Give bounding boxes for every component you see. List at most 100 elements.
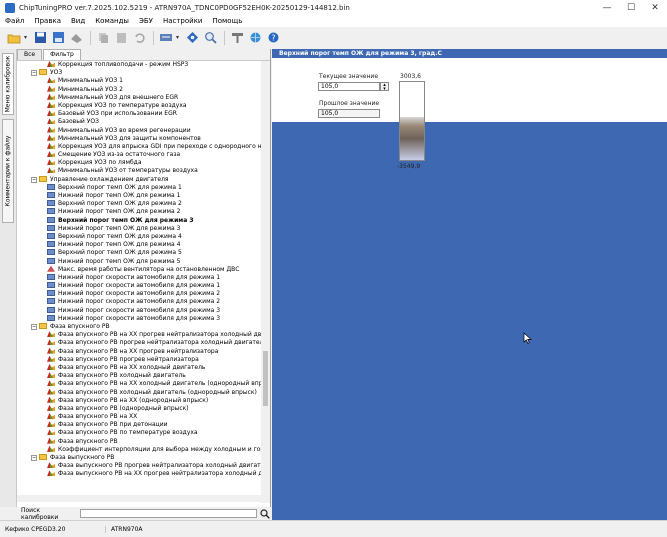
tree-item[interactable]: Нижний порог скорости автомобиля для реж… [17, 314, 261, 323]
tree-item[interactable]: Коррекция УОЗ по температуре воздуха [17, 101, 261, 110]
tree-item[interactable]: Верхний порог темп ОЖ для режима 5 [17, 249, 261, 257]
tree-item[interactable]: Коррекция УОЗ для впрыска GDI при перехо… [17, 142, 261, 151]
tree-item[interactable]: Фаза впускного РВ при детонации [17, 421, 261, 429]
tree-item[interactable]: Фаза впускного РВ прогрев нейтрализатора [17, 355, 261, 364]
compare-icon[interactable] [68, 30, 84, 46]
copy-icon[interactable] [95, 30, 111, 46]
tree-item[interactable]: Фаза впускного РВ (однородный впрыск) [17, 404, 261, 413]
collapse-icon[interactable]: − [31, 324, 37, 330]
close-icon[interactable]: ✕ [643, 0, 667, 16]
tree-item[interactable]: Нижний порог темп ОЖ для режима 1 [17, 192, 261, 200]
menu-view[interactable]: Вид [66, 16, 90, 27]
search-icon[interactable] [260, 508, 270, 519]
table-icon [47, 273, 55, 280]
tree-item[interactable]: Нижний порог темп ОЖ для режима 4 [17, 241, 261, 249]
tree-item[interactable]: Фаза выпускного РВ прогрев нейтрализатор… [17, 462, 261, 470]
tab-filter[interactable]: Фильтр [43, 49, 81, 60]
tree-item[interactable]: Нижний порог темп ОЖ для режима 3 [17, 224, 261, 233]
tree-item[interactable]: Фаза выпускного РВ на ХХ прогрев нейтрал… [17, 470, 261, 478]
tree-item[interactable]: Нижний порог скорости автомобиля для реж… [17, 306, 261, 315]
tree-item[interactable]: Минимальный УОЗ от температуры воздуха [17, 167, 261, 175]
tree-folder[interactable]: − Фаза впускного РВ [17, 323, 261, 331]
tree-item[interactable]: Фаза впускного РВ [17, 437, 261, 446]
menu-commands[interactable]: Команды [90, 16, 134, 27]
tree-item[interactable]: Минимальный УОЗ 1 [17, 77, 261, 85]
tree-vertical-scrollbar[interactable] [261, 61, 270, 503]
tree-item[interactable]: Верхний порог темп ОЖ для режима 2 [17, 200, 261, 208]
search-input[interactable] [80, 509, 257, 518]
open-folder-icon[interactable] [6, 30, 22, 46]
tree-item[interactable]: Базовый УОЗ [17, 118, 261, 126]
tab-calibration-menu[interactable]: Меню калибровок [2, 53, 14, 115]
tree-item[interactable]: Минимальный УОЗ для внешнего EGR [17, 93, 261, 102]
tree-item[interactable]: Фаза впускного РВ холодный двигатель [17, 372, 261, 380]
menu-help[interactable]: Помощь [207, 16, 247, 27]
tab-all[interactable]: Все [17, 49, 43, 60]
zoom-icon[interactable] [202, 30, 218, 46]
tree-horizontal-scrollbar[interactable] [17, 495, 261, 502]
save-as-icon[interactable] [50, 30, 66, 46]
collapse-icon[interactable]: − [31, 176, 37, 183]
open-dropdown-icon[interactable]: ▾ [24, 34, 29, 41]
menu-file[interactable]: Файл [0, 16, 29, 27]
tree-item[interactable]: Верхний порог темп ОЖ для режима 3 [17, 216, 261, 225]
tree-item[interactable]: Верхний порог темп ОЖ для режима 4 [17, 232, 261, 241]
help-icon[interactable]: ? [265, 30, 281, 46]
save-icon[interactable] [32, 30, 48, 46]
scroll-thumb[interactable] [263, 351, 268, 406]
current-value-input[interactable]: 105,0 [318, 82, 380, 91]
tree-item[interactable]: Коэффициент интерполяции для выбора межд… [17, 445, 261, 454]
tree-item[interactable]: Нижний порог скорости автомобиля для реж… [17, 298, 261, 306]
tab-file-comments[interactable]: Комментарии к файлу [2, 119, 14, 223]
flag-icon [47, 347, 55, 354]
maximize-icon[interactable]: ☐ [619, 0, 643, 16]
tree-item[interactable]: Нижний порог темп ОЖ для режима 5 [17, 257, 261, 266]
table-icon [47, 192, 55, 198]
value-spinner-icon[interactable]: ▴ ▾ [380, 82, 389, 92]
tree-item[interactable]: Нижний порог скорости автомобиля для реж… [17, 290, 261, 298]
tree-item-label: Верхний порог темп ОЖ для режима 4 [58, 232, 182, 240]
calibration-search-bar: Поиск калибровки [17, 507, 270, 521]
tree-folder[interactable]: − УОЗ [17, 69, 261, 77]
tree-item[interactable]: Фаза впускного РВ на ХХ холодный двигате… [17, 380, 261, 388]
menu-edit[interactable]: Правка [29, 16, 66, 27]
menu-ecu[interactable]: ЭБУ [134, 16, 158, 27]
paste-icon[interactable] [113, 30, 129, 46]
tree-item[interactable]: Верхний порог темп ОЖ для режима 1 [17, 183, 261, 192]
tree-item[interactable]: Фаза впускного РВ на ХХ (однородный впры… [17, 396, 261, 405]
tree-folder[interactable]: − Фаза выпускного РВ [17, 454, 261, 462]
network-icon[interactable] [247, 30, 263, 46]
minimize-icon[interactable]: — [595, 0, 619, 16]
tree-item[interactable]: Фаза впускного РВ по температуре воздуха [17, 429, 261, 437]
tree-folder[interactable]: − Управление охлаждением двигателя [17, 175, 261, 184]
table-icon [47, 298, 55, 305]
tree-item[interactable]: Коррекция УОЗ по лямбда [17, 159, 261, 167]
checksum-dropdown-icon[interactable]: ▾ [176, 34, 181, 41]
tree-item[interactable]: Нижний порог скорости автомобиля для реж… [17, 282, 261, 290]
tree-item[interactable]: Нижний порог темп ОЖ для режима 2 [17, 208, 261, 216]
status-ecu: Кефико CPEGD3.20 [5, 525, 66, 533]
tree-item[interactable]: Фаза впускного РВ на ХХ [17, 413, 261, 421]
tree-item[interactable]: Макс. время работы вентилятора на остано… [17, 265, 261, 274]
undo-icon[interactable] [131, 30, 147, 46]
tree-item[interactable]: Фаза впускного РВ холодный двигатель (од… [17, 388, 261, 397]
tree-item[interactable]: Коррекция топливоподачи - режим HSP3 [17, 61, 261, 69]
collapse-icon[interactable]: − [31, 455, 37, 461]
calibration-tree[interactable]: Коррекция топливоподачи - режим HSP3 − УОЗ… [17, 61, 261, 503]
tree-item[interactable]: Смещение УОЗ из-за остаточного газа [17, 151, 261, 159]
tree-item[interactable]: Базовый УОЗ при использовании EGR [17, 110, 261, 118]
navigate-icon[interactable] [184, 30, 200, 46]
tools-icon[interactable] [229, 30, 245, 46]
checksum-icon[interactable] [158, 30, 174, 46]
tree-item[interactable]: Минимальный УОЗ 2 [17, 85, 261, 94]
tree-item[interactable]: Фаза впускного РВ на ХХ холодный двигате… [17, 363, 261, 372]
tree-item[interactable]: Минимальный УОЗ во время регенерации [17, 126, 261, 135]
collapse-icon[interactable]: − [31, 70, 37, 77]
menu-settings[interactable]: Настройки [158, 16, 208, 27]
tree-item-label: Фаза выпускного РВ [50, 454, 115, 461]
tree-item[interactable]: Фаза впускного РВ прогрев нейтрализатора… [17, 339, 261, 347]
tree-item[interactable]: Фаза впускного РВ на ХХ прогрев нейтрали… [17, 331, 261, 339]
tree-item[interactable]: Нижний порог скорости автомобиля для реж… [17, 273, 261, 282]
tree-item[interactable]: Фаза впускного РВ на ХХ прогрев нейтрали… [17, 347, 261, 356]
tree-item[interactable]: Минимальный УОЗ для защиты компонентов [17, 134, 261, 143]
